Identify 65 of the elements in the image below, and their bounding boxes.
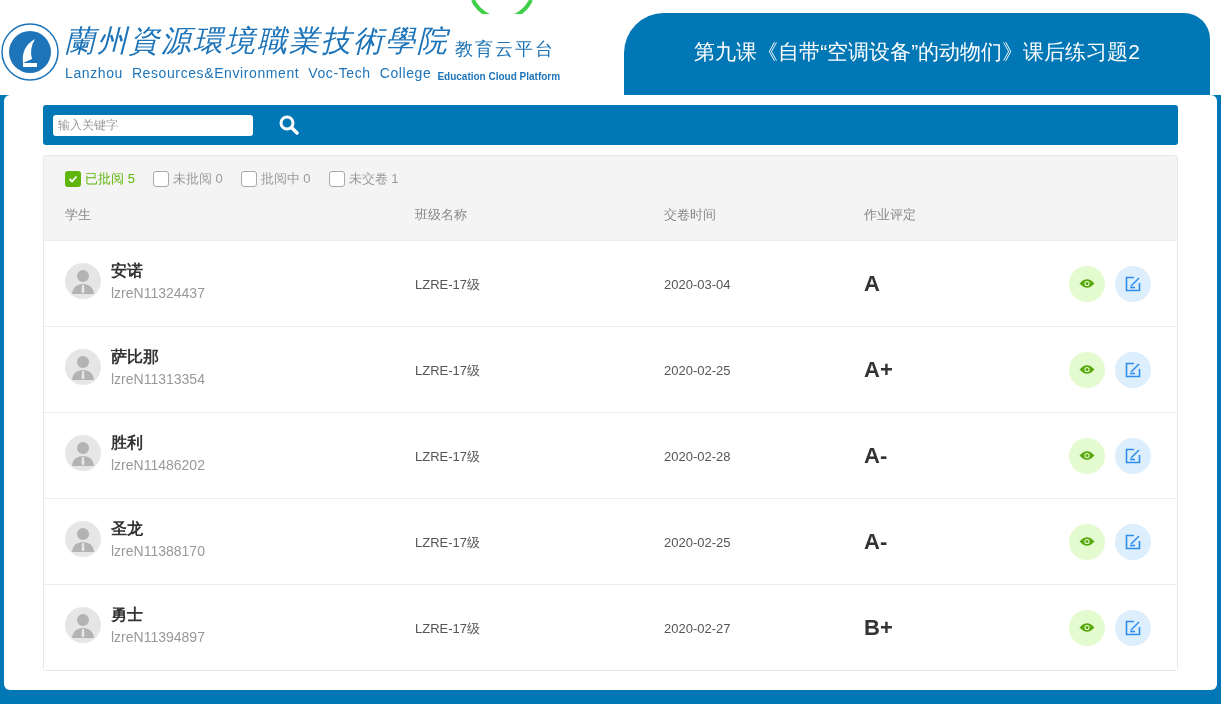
- student-id: lzreN11324437: [111, 283, 205, 303]
- filter-checkbox[interactable]: 批阅中 0: [240, 169, 311, 189]
- edit-button[interactable]: [1115, 265, 1151, 302]
- edit-icon: [1125, 619, 1141, 636]
- edit-icon: [1125, 275, 1141, 292]
- table-cell: 2020-02-25: [664, 534, 731, 550]
- search-field[interactable]: 输入关键字: [53, 114, 253, 136]
- table-cell: LZRE-17级: [415, 448, 481, 464]
- eye-icon: [1079, 364, 1095, 375]
- search-icon[interactable]: [279, 115, 299, 135]
- grade-text: B+: [864, 615, 893, 640]
- edit-icon: [1125, 447, 1141, 464]
- filter-checkbox[interactable]: 已批阅 5: [65, 169, 135, 189]
- table-cell: LZRE-17级: [415, 276, 481, 292]
- table-cell: LZRE-17级: [415, 534, 481, 550]
- table-cell: 2020-03-04: [664, 276, 731, 292]
- student-name: 勇士: [111, 604, 144, 625]
- table-cell: LZRE-17级: [415, 620, 481, 636]
- view-button[interactable]: [1069, 609, 1105, 646]
- eye-icon: [1079, 278, 1095, 289]
- avatar-icon: [65, 262, 101, 299]
- grade-text: A: [864, 271, 880, 296]
- ring-icon: [470, 0, 534, 14]
- platform-name: 教育云平台: [455, 38, 555, 61]
- column-header: 作业评定: [864, 207, 916, 222]
- column-header: 交卷时间: [664, 207, 716, 222]
- edit-button[interactable]: [1115, 609, 1151, 646]
- grade-text: A+: [864, 357, 893, 382]
- college-english-name: Lanzhou Resources&Environment Voc-Tech College: [65, 64, 432, 83]
- column-header: 班级名称: [415, 207, 467, 222]
- table-cell: 2020-02-27: [664, 620, 731, 636]
- table-cell: 2020-02-25: [664, 362, 731, 378]
- avatar-icon: [65, 434, 101, 471]
- edit-icon: [1125, 361, 1141, 378]
- student-name: 胜利: [111, 432, 144, 453]
- avatar-icon: [65, 348, 101, 385]
- edit-button[interactable]: [1115, 351, 1151, 388]
- avatar-icon: [65, 606, 101, 643]
- grade-text: A-: [864, 443, 888, 468]
- eye-icon: [1079, 536, 1095, 547]
- filter-checkbox[interactable]: 未批阅 0: [152, 169, 223, 189]
- eye-icon: [1079, 450, 1095, 461]
- filter-checkbox[interactable]: 未交卷 1: [328, 169, 399, 189]
- student-id: lzreN11388170: [111, 541, 205, 561]
- student-name: 安诺: [111, 260, 144, 281]
- column-header: 学生: [65, 207, 91, 222]
- view-button[interactable]: [1069, 351, 1105, 388]
- table-cell: LZRE-17级: [415, 362, 481, 378]
- college-name: 蘭州資源環境職業技術學院: [65, 22, 449, 60]
- edit-button[interactable]: [1115, 437, 1151, 474]
- platform-english-name: Education Cloud Platform: [437, 70, 561, 84]
- student-id: lzreN11394897: [111, 627, 205, 647]
- edit-button[interactable]: [1115, 523, 1151, 560]
- view-button[interactable]: [1069, 265, 1105, 302]
- view-button[interactable]: [1069, 523, 1105, 560]
- student-name: 萨比那: [111, 346, 160, 367]
- grade-text: A-: [864, 529, 888, 554]
- student-id: lzreN11313354: [111, 369, 205, 389]
- student-name: 圣龙: [111, 518, 144, 539]
- student-id: lzreN11486202: [111, 455, 205, 475]
- eye-icon: [1079, 622, 1095, 633]
- view-button[interactable]: [1069, 437, 1105, 474]
- table-cell: 2020-02-28: [664, 448, 731, 464]
- edit-icon: [1125, 533, 1141, 550]
- avatar-icon: [65, 520, 101, 557]
